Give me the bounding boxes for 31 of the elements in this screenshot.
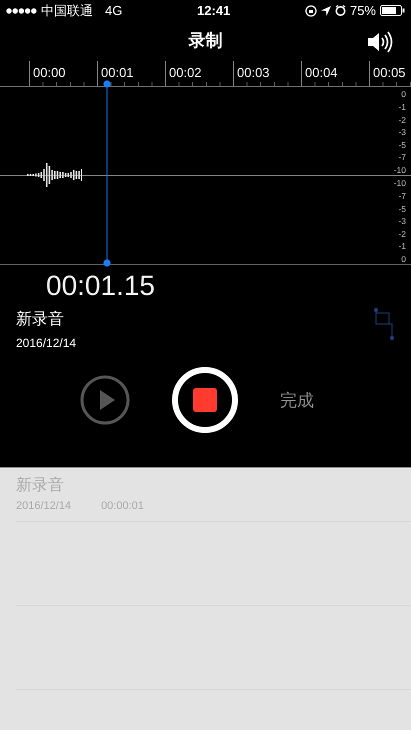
battery-percent: 75% xyxy=(350,2,376,20)
level-scale-label: -10 xyxy=(394,166,406,174)
timeline-label: 00:05 xyxy=(369,61,411,86)
recording-title: 新录音 xyxy=(16,476,65,496)
level-scale-label: -3 xyxy=(398,128,406,137)
recording-duration: 00:00:01 xyxy=(101,499,144,514)
timeline-label: 00:00 xyxy=(29,61,97,86)
level-scale-label: -3 xyxy=(398,217,406,226)
recording-date: 2016/12/14 xyxy=(16,499,72,514)
level-scale-label: -5 xyxy=(398,204,406,214)
level-scale-label: -2 xyxy=(398,116,406,124)
recording-name: 新录音 xyxy=(16,310,64,330)
level-scale-label: 0 xyxy=(401,90,406,99)
network-type: 4G xyxy=(105,2,122,20)
level-scale-label: -10 xyxy=(394,179,406,188)
level-scale-label: -5 xyxy=(398,140,406,150)
level-scale-label: -7 xyxy=(398,153,406,162)
done-button[interactable]: 完成 xyxy=(280,388,314,414)
timeline-label: 00:04 xyxy=(301,61,369,86)
timeline-label: 00:03 xyxy=(233,61,301,86)
level-scale-label: -1 xyxy=(398,103,406,112)
elapsed-time: 00:01.15 xyxy=(45,271,155,302)
screen-title: 录制 xyxy=(188,31,222,52)
level-scale-label: -1 xyxy=(398,242,406,251)
level-scale-label: 0 xyxy=(401,254,406,264)
recording-date: 2016/12/14 xyxy=(16,335,76,352)
level-scale-label: -7 xyxy=(398,192,406,201)
timeline-label: 00:02 xyxy=(165,61,233,86)
carrier-name: 中国联通 xyxy=(41,2,93,20)
status-time: 12:41 xyxy=(197,2,230,20)
level-scale-label: -2 xyxy=(398,230,406,238)
